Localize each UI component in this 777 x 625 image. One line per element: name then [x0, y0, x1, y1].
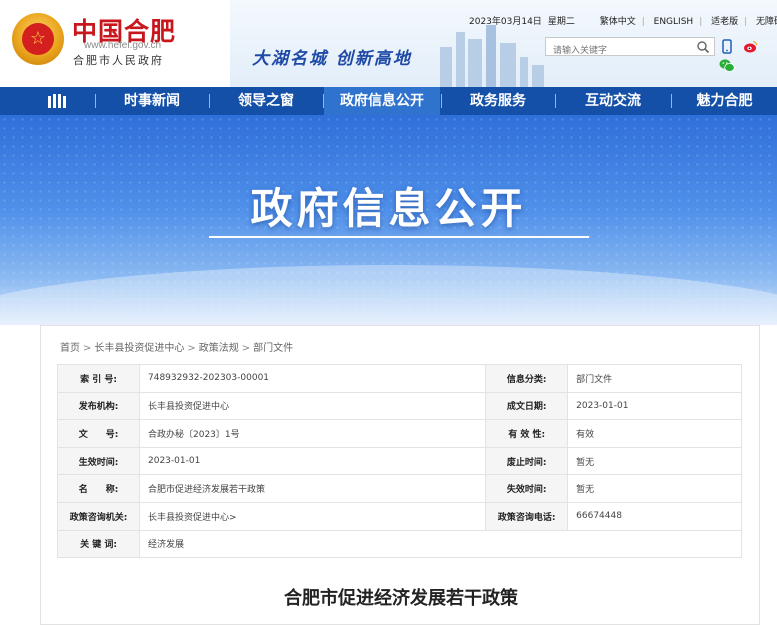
section-banner: 政府信息公开 — [0, 115, 777, 325]
slogan: 大湖名城 创新高地 — [252, 49, 412, 69]
weibo-icon[interactable] — [743, 39, 758, 54]
mobile-icon[interactable] — [719, 39, 734, 54]
meta-label-repeal-date: 废止时间: — [485, 446, 569, 476]
nav-item-services[interactable]: 政务服务 — [442, 87, 554, 115]
link-traditional-chinese[interactable]: 繁体中文 — [600, 17, 636, 27]
meta-value-expiry-date: 暂无 — [567, 474, 742, 503]
nav-divider — [95, 94, 96, 108]
logo-url: www.hefei.gov.cn — [84, 40, 162, 51]
meta-label-validity: 有 效 性: — [485, 419, 569, 448]
nav-item-interaction[interactable]: 互动交流 — [556, 87, 670, 115]
meta-value-name: 合肥市促进经济发展若干政策 — [138, 474, 487, 503]
table-row: 发布机构: 长丰县投资促进中心 成文日期: 2023-01-01 — [57, 391, 742, 421]
meta-label-doc-number: 文 号: — [57, 419, 140, 448]
site-header: ☆ 中国合肥 www.hefei.gov.cn 合肥市人民政府 大湖名城 创新高… — [0, 0, 777, 87]
breadcrumb-department-docs[interactable]: 部门文件 — [253, 343, 293, 354]
breadcrumb-policies[interactable]: 政策法规 — [199, 343, 239, 354]
meta-value-doc-number: 合政办秘〔2023〕1号 — [138, 419, 487, 448]
meta-value-written-date: 2023-01-01 — [567, 391, 742, 421]
table-row: 文 号: 合政办秘〔2023〕1号 有 效 性: 有效 — [57, 419, 742, 448]
link-english[interactable]: ENGLISH — [654, 17, 694, 27]
nav-item-news[interactable]: 时事新闻 — [97, 87, 207, 115]
search-icon[interactable] — [696, 40, 710, 54]
banner-title: 政府信息公开 — [250, 184, 527, 233]
meta-value-validity: 有效 — [567, 419, 742, 448]
meta-value-repeal-date: 暂无 — [567, 446, 742, 476]
wechat-icon[interactable] — [719, 58, 735, 73]
national-emblem-icon[interactable]: ☆ — [12, 13, 64, 65]
meta-label-effective-date: 生效时间: — [57, 446, 140, 476]
meta-label-keywords: 关 键 词: — [57, 529, 140, 559]
breadcrumb-department[interactable]: 长丰县投资促进中心 — [94, 343, 184, 354]
meta-label-index: 索 引 号: — [57, 364, 140, 393]
link-accessibility[interactable]: 无障碍 — [756, 17, 777, 27]
nav-item-leaders[interactable]: 领导之窗 — [210, 87, 322, 115]
top-utility-bar: 2023年03月14日星期二 繁体中文| ENGLISH| 适老版| 无障碍 — [469, 14, 777, 27]
header-share-icons — [719, 39, 777, 77]
main-navigation: 时事新闻 领导之窗 政府信息公开 政务服务 互动交流 魅力合肥 — [0, 87, 777, 115]
document-metadata-table: 索 引 号: 748932932-202303-00001 信息分类: 部门文件… — [57, 364, 742, 559]
breadcrumb: 首页 > 长丰县投资促进中心 > 政策法规 > 部门文件 — [60, 343, 294, 354]
breadcrumb-home[interactable]: 首页 — [60, 343, 80, 354]
meta-value-consult-phone: 66674448 — [567, 501, 742, 531]
table-row: 名 称: 合肥市促进经济发展若干政策 失效时间: 暂无 — [57, 474, 742, 503]
table-row: 索 引 号: 748932932-202303-00001 信息分类: 部门文件 — [57, 364, 742, 393]
nav-item-charm-hefei[interactable]: 魅力合肥 — [672, 87, 777, 115]
meta-label-expiry-date: 失效时间: — [485, 474, 569, 503]
search-input[interactable] — [546, 42, 691, 60]
table-row: 政策咨询机关: 长丰县投资促进中心> 政策咨询电话: 66674448 — [57, 501, 742, 531]
meta-label-category: 信息分类: — [485, 364, 569, 393]
banner-underline — [209, 236, 589, 238]
logo-government-name: 合肥市人民政府 — [73, 54, 164, 67]
current-date: 2023年03月14日 — [469, 17, 542, 27]
link-elderly-version[interactable]: 适老版 — [711, 17, 738, 27]
emblem-star: ☆ — [22, 23, 54, 55]
meta-label-consult-org: 政策咨询机关: — [57, 501, 140, 531]
nav-item-gov-info[interactable]: 政府信息公开 — [324, 87, 440, 115]
meta-value-consult-org-link[interactable]: 长丰县投资促进中心> — [138, 501, 487, 531]
search-box — [545, 37, 715, 60]
content-card: 首页 > 长丰县投资促进中心 > 政策法规 > 部门文件 索 引 号: 748932932-… — [40, 325, 760, 625]
home-icon[interactable] — [47, 93, 67, 109]
meta-value-effective-date: 2023-01-01 — [138, 446, 487, 476]
meta-label-consult-phone: 政策咨询电话: — [485, 501, 569, 531]
meta-label-written-date: 成文日期: — [485, 391, 569, 421]
meta-value-index: 748932932-202303-00001 — [138, 364, 487, 393]
table-row: 关 键 词: 经济发展 — [57, 529, 742, 559]
document-title: 合肥市促进经济发展若干政策 — [284, 588, 518, 609]
meta-label-name: 名 称: — [57, 474, 140, 503]
meta-label-publisher: 发布机构: — [57, 391, 140, 421]
meta-value-keywords: 经济发展 — [139, 529, 742, 559]
meta-value-publisher: 长丰县投资促进中心 — [138, 391, 487, 421]
current-weekday: 星期二 — [547, 17, 575, 27]
meta-value-category: 部门文件 — [567, 364, 742, 393]
table-row: 生效时间: 2023-01-01 废止时间: 暂无 — [57, 446, 742, 476]
